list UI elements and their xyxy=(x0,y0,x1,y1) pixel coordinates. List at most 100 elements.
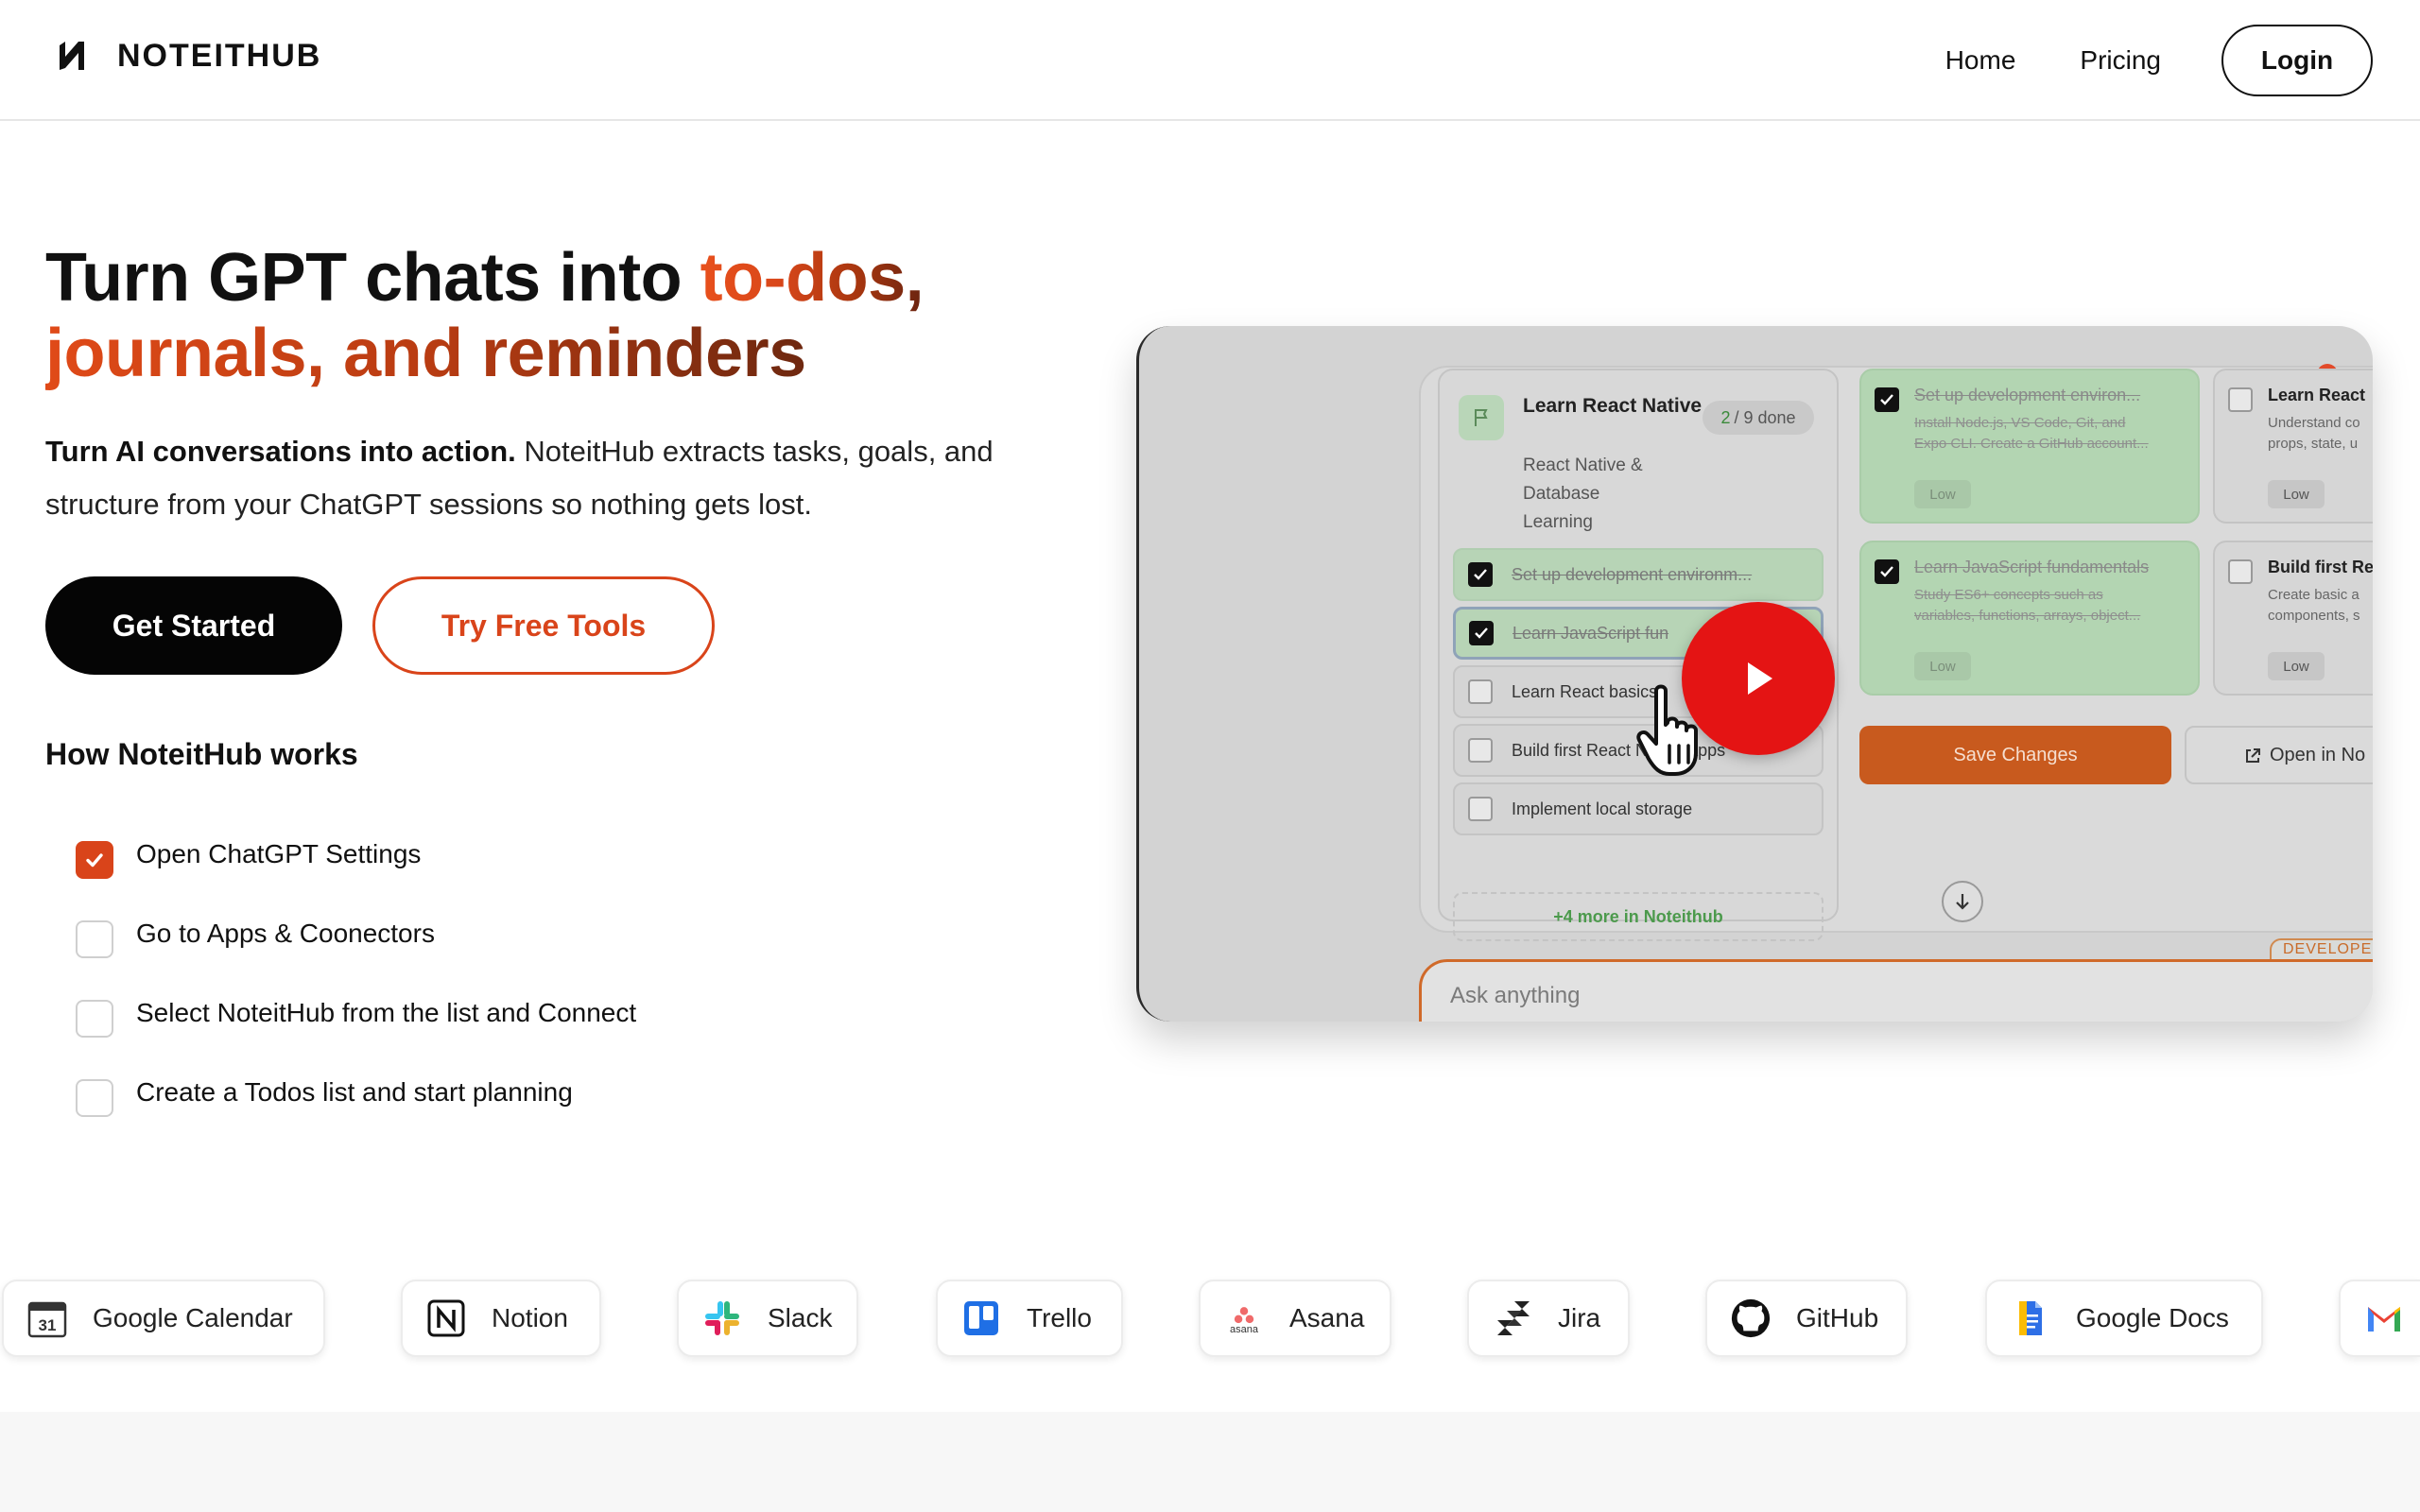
github-icon xyxy=(1730,1297,1772,1339)
step-item[interactable]: Create a Todos list and start planning xyxy=(76,1053,636,1132)
hero-title-plain: Turn GPT chats into xyxy=(45,240,700,316)
nav-home-link[interactable]: Home xyxy=(1945,45,2016,76)
integration-google-calendar[interactable]: 31 Google Calendar xyxy=(2,1280,325,1357)
video-task-desc: Study ES6+ concepts such as variables, f… xyxy=(1914,587,2141,624)
main-nav: Home Pricing Login xyxy=(1945,25,2373,96)
video-task-desc: Understand co props, state, u xyxy=(2268,415,2360,452)
integration-asana[interactable]: asana Asana xyxy=(1199,1280,1392,1357)
video-todo-label: Set up development environm... xyxy=(1512,564,1753,584)
video-todo-row: Implement local storage xyxy=(1453,782,1824,835)
demo-video[interactable]: Learn React Native React Native & Databa… xyxy=(1136,326,2373,1022)
integration-gmail[interactable] xyxy=(2339,1280,2420,1357)
integration-google-docs[interactable]: Google Docs xyxy=(1985,1280,2263,1357)
google-docs-icon xyxy=(2010,1297,2051,1339)
slack-icon xyxy=(701,1297,743,1339)
video-task-card: Learn React Understand co props, state, … xyxy=(2213,369,2373,524)
how-it-works-title: How NoteitHub works xyxy=(45,737,358,771)
next-section-band xyxy=(0,1412,2420,1512)
step-checkbox-checked[interactable] xyxy=(76,841,113,879)
progress-total: / 9 done xyxy=(1734,407,1796,427)
checkbox-checked-icon xyxy=(1469,621,1494,645)
nav-pricing-link[interactable]: Pricing xyxy=(2080,45,2161,76)
step-label: Open ChatGPT Settings xyxy=(136,839,422,868)
video-task-desc: Create basic a components, s xyxy=(2268,587,2360,624)
video-save-changes-button: Save Changes xyxy=(1859,726,2171,784)
brand[interactable]: NOTEITHUB xyxy=(57,36,321,76)
video-task-priority: Low xyxy=(1914,652,1971,680)
hero-subtitle: Turn AI conversations into action. Notei… xyxy=(45,425,1047,531)
step-checkbox[interactable] xyxy=(76,920,113,958)
video-task-card: Build first Re Create basic a components… xyxy=(2213,541,2373,696)
video-chat-input: Ask anything xyxy=(1419,959,2373,1022)
checkbox-icon xyxy=(1468,679,1493,704)
integration-notion[interactable]: Notion xyxy=(401,1280,601,1357)
checkmark-icon xyxy=(86,853,103,868)
hero-title: Turn GPT chats into to-dos, journals, and… xyxy=(45,240,1028,391)
brand-name: NOTEITHUB xyxy=(117,37,322,74)
video-task-title: Learn React xyxy=(2268,386,2366,404)
hero-subtitle-bold: Turn AI conversations into action. xyxy=(45,435,516,468)
hero-title-highlight-1: to-dos, xyxy=(700,240,925,316)
integration-label: Notion xyxy=(492,1303,568,1332)
checkbox-checked-icon xyxy=(1875,559,1899,584)
video-task-card: Learn JavaScript fundamentals Study ES6+… xyxy=(1859,541,2200,696)
asana-wordmark-text: asana xyxy=(1230,1324,1259,1335)
checkbox-icon xyxy=(1468,738,1493,763)
hand-cursor-icon xyxy=(1636,684,1698,776)
checkbox-checked-icon xyxy=(1875,387,1899,412)
try-free-tools-button[interactable]: Try Free Tools xyxy=(372,576,715,675)
integration-label: Asana xyxy=(1289,1303,1365,1332)
calendar-icon: 31 xyxy=(26,1297,68,1339)
noteithub-logo-icon xyxy=(60,42,84,70)
video-progress-badge: 2/ 9 done xyxy=(1703,401,1814,435)
checkbox-icon xyxy=(2228,559,2253,584)
step-checkbox[interactable] xyxy=(76,1000,113,1038)
site-header: NOTEITHUB Home Pricing Login xyxy=(0,0,2420,121)
jira-icon xyxy=(1492,1297,1533,1339)
step-item[interactable]: Go to Apps & Coonectors xyxy=(76,894,636,973)
video-open-button: Open in No xyxy=(2185,726,2373,784)
flag-icon xyxy=(1459,395,1504,440)
video-more-link: +4 more in Noteithub xyxy=(1453,892,1824,941)
integration-label: Google Docs xyxy=(2076,1303,2229,1332)
checkbox-icon xyxy=(2228,387,2253,412)
integration-slack[interactable]: Slack xyxy=(677,1280,858,1357)
integration-trello[interactable]: Trello xyxy=(936,1280,1123,1357)
video-goal-desc: React Native & Database Learning xyxy=(1523,455,1643,532)
video-task-card: Set up development environ... Install No… xyxy=(1859,369,2200,524)
step-item[interactable]: Open ChatGPT Settings xyxy=(76,815,636,894)
integrations-strip: 31 Google Calendar Notion Slack Trello a… xyxy=(0,1280,2420,1357)
get-started-button[interactable]: Get Started xyxy=(45,576,342,675)
step-label: Go to Apps & Coonectors xyxy=(136,919,435,948)
step-item[interactable]: Select NoteitHub from the list and Conne… xyxy=(76,973,636,1053)
video-open-label: Open in No xyxy=(2270,744,2366,765)
gmail-icon xyxy=(2363,1297,2405,1339)
progress-done: 2 xyxy=(1720,407,1731,427)
trello-icon xyxy=(960,1297,1002,1339)
video-todo-label: Implement local storage xyxy=(1512,799,1693,818)
video-todo-row: Set up development environm... xyxy=(1453,548,1824,601)
integration-label: GitHub xyxy=(1796,1303,1879,1332)
integration-jira[interactable]: Jira xyxy=(1467,1280,1630,1357)
asana-icon: asana xyxy=(1223,1297,1265,1339)
video-task-title: Set up development environ... xyxy=(1914,386,2141,404)
play-icon xyxy=(1748,662,1772,695)
how-it-works-steps: Open ChatGPT Settings Go to Apps & Coone… xyxy=(76,815,636,1132)
integration-github[interactable]: GitHub xyxy=(1705,1280,1908,1357)
hero-title-highlight-2: journals, and reminders xyxy=(45,316,806,391)
video-todo-label: Learn JavaScript fun xyxy=(1512,623,1669,643)
step-label: Select NoteitHub from the list and Conne… xyxy=(136,998,637,1027)
video-task-priority: Low xyxy=(1914,480,1971,508)
integration-label: Slack xyxy=(768,1303,833,1332)
video-task-title: Build first Re xyxy=(2268,558,2373,576)
integration-label: Trello xyxy=(1027,1303,1092,1332)
checkbox-icon xyxy=(1468,797,1493,821)
checkbox-checked-icon xyxy=(1468,562,1493,587)
calendar-day-text: 31 xyxy=(39,1316,57,1334)
step-label: Create a Todos list and start planning xyxy=(136,1077,573,1107)
step-checkbox[interactable] xyxy=(76,1079,113,1117)
video-task-priority: Low xyxy=(2268,480,2325,508)
video-task-desc: Install Node.js, VS Code, Git, and Expo … xyxy=(1914,415,2149,452)
login-button[interactable]: Login xyxy=(2221,25,2373,96)
video-task-title: Learn JavaScript fundamentals xyxy=(1914,558,2150,576)
